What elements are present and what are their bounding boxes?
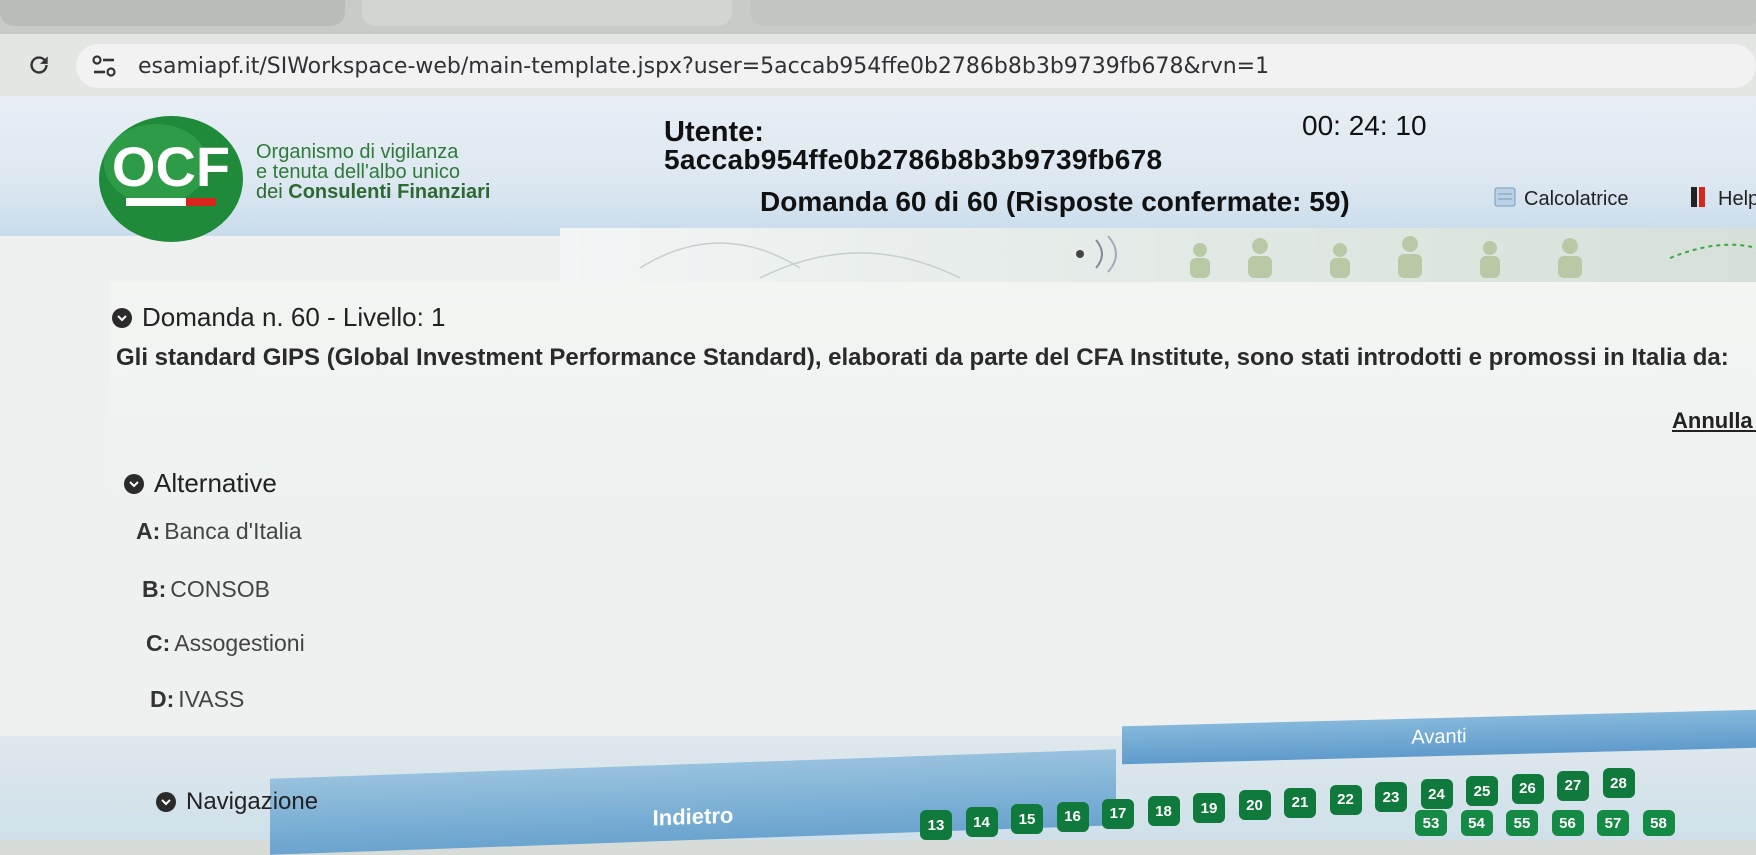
browser-tab[interactable] bbox=[362, 0, 732, 26]
url-text[interactable]: esamiapf.it/SIWorkspace-web/main-templat… bbox=[138, 54, 1269, 79]
question-nav-button-28[interactable]: 28 bbox=[1602, 768, 1635, 798]
browser-tab[interactable] bbox=[0, 0, 345, 26]
site-settings-icon[interactable] bbox=[84, 46, 124, 86]
question-counter: Domanda 60 di 60 (Risposte confermate: 5… bbox=[760, 186, 1350, 217]
organization-name: Organismo di vigilanza e tenuta dell'alb… bbox=[256, 142, 491, 202]
alternatives-title: Alternative bbox=[124, 468, 277, 499]
answer-option-a[interactable]: A: Banca d'Italia bbox=[136, 518, 302, 545]
help-icon bbox=[1690, 186, 1712, 213]
question-nav-button-53[interactable]: 53 bbox=[1415, 810, 1447, 836]
question-nav-button-57[interactable]: 57 bbox=[1597, 810, 1629, 836]
question-nav-button-21[interactable]: 21 bbox=[1284, 787, 1316, 818]
header-decoration bbox=[560, 228, 1756, 286]
cancel-answer-link[interactable]: Annulla r bbox=[1672, 408, 1756, 434]
question-nav-button-26[interactable]: 26 bbox=[1511, 773, 1544, 804]
question-nav-button-13[interactable]: 13 bbox=[920, 810, 952, 840]
org-line-1: Organismo di vigilanza bbox=[256, 141, 459, 163]
question-nav-button-19[interactable]: 19 bbox=[1193, 793, 1225, 824]
answer-option-d[interactable]: D: IVASS bbox=[150, 686, 244, 713]
help-label: Help bbox=[1718, 187, 1756, 210]
question-nav-button-14[interactable]: 14 bbox=[965, 807, 998, 838]
org-line-3: dei Consulenti Finanziari bbox=[256, 181, 491, 203]
question-bullet-icon bbox=[112, 307, 132, 328]
calculator-label: Calcolatrice bbox=[1524, 187, 1629, 210]
question-nav-button-16[interactable]: 16 bbox=[1056, 801, 1089, 832]
browser-tab-strip bbox=[0, 0, 1756, 34]
question-nav-button-18[interactable]: 18 bbox=[1147, 796, 1180, 826]
question-nav-button-17[interactable]: 17 bbox=[1102, 798, 1134, 829]
question-nav-button-23[interactable]: 23 bbox=[1375, 782, 1407, 812]
question-nav-button-15[interactable]: 15 bbox=[1011, 804, 1043, 835]
help-button[interactable]: Help bbox=[1690, 184, 1756, 214]
reload-icon[interactable] bbox=[24, 50, 54, 80]
answer-option-b[interactable]: B: CONSOB bbox=[142, 576, 270, 603]
question-nav-button-56[interactable]: 56 bbox=[1551, 810, 1584, 836]
exam-timer: 00: 24: 10 bbox=[1302, 110, 1427, 141]
user-id: 5accab954ffe0b2786b8b3b9739fb678 bbox=[664, 144, 1163, 175]
question-navigation-grid: 13 14 15 16 17 18 19 20 21 22 23 24 25 26 27 28 53 54 55 56… bbox=[880, 760, 1756, 840]
question-nav-button-55[interactable]: 55 bbox=[1506, 810, 1538, 836]
exam-page: OCF Organismo di vigilanza e tenuta dell… bbox=[0, 96, 1756, 855]
logo-text: OCF bbox=[112, 135, 230, 198]
calculator-icon bbox=[1494, 187, 1516, 212]
answer-option-c[interactable]: C: Assogestioni bbox=[146, 630, 305, 657]
question-nav-button-24[interactable]: 24 bbox=[1420, 779, 1453, 810]
navigation-title: Navigazione bbox=[156, 788, 318, 816]
navigation-bullet-icon bbox=[156, 792, 176, 812]
ocf-logo: OCF bbox=[96, 114, 246, 244]
browser-toolbar: esamiapf.it/SIWorkspace-web/main-templat… bbox=[0, 34, 1756, 96]
question-nav-button-20[interactable]: 20 bbox=[1238, 790, 1271, 821]
question-text: Gli standard GIPS (Global Investment Per… bbox=[116, 344, 1729, 371]
alternatives-bullet-icon bbox=[124, 473, 144, 494]
question-nav-button-27[interactable]: 27 bbox=[1557, 770, 1589, 801]
browser-tab-active[interactable] bbox=[750, 0, 1756, 26]
address-bar[interactable]: esamiapf.it/SIWorkspace-web/main-templat… bbox=[76, 44, 1756, 88]
question-nav-button-25[interactable]: 25 bbox=[1466, 776, 1498, 807]
question-nav-button-54[interactable]: 54 bbox=[1460, 810, 1493, 836]
org-line-2: e tenuta dell'albo unico bbox=[256, 161, 460, 183]
question-nav-button-58[interactable]: 58 bbox=[1642, 810, 1675, 836]
question-nav-button-22[interactable]: 22 bbox=[1329, 784, 1362, 815]
question-title: Domanda n. 60 - Livello: 1 bbox=[112, 302, 446, 333]
calculator-button[interactable]: Calcolatrice bbox=[1494, 184, 1628, 214]
